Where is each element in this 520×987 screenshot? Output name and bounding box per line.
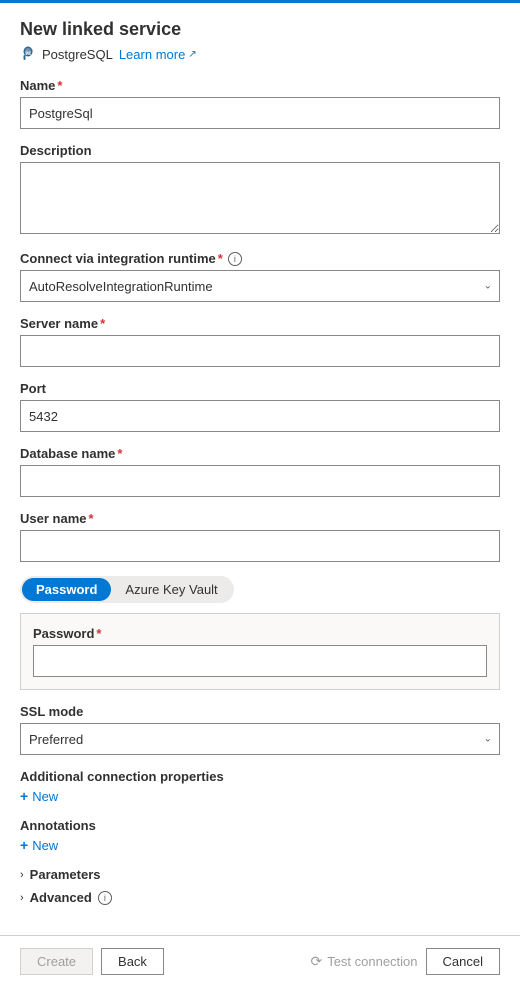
service-name-label: PostgreSQL xyxy=(42,47,113,62)
svg-text:pg: pg xyxy=(26,51,32,56)
parameters-collapsible[interactable]: › Parameters xyxy=(20,867,500,882)
auth-tab-toggle: Password Azure Key Vault xyxy=(20,576,234,603)
footer: Create Back ⟳ Test connection Cancel xyxy=(0,935,520,987)
learn-more-link[interactable]: Learn more ↗ xyxy=(119,47,197,62)
ssl-mode-label: SSL mode xyxy=(20,704,500,719)
ssl-mode-group: SSL mode Preferred Require Verify-CA Ver… xyxy=(20,704,500,755)
name-group: Name* xyxy=(20,78,500,129)
page-title: New linked service xyxy=(20,19,500,40)
postgresql-icon: pg xyxy=(20,46,36,62)
port-input[interactable] xyxy=(20,400,500,432)
parameters-chevron-icon: › xyxy=(20,869,24,881)
server-name-label: Server name* xyxy=(20,316,500,331)
description-group: Description xyxy=(20,143,500,237)
test-connection-icon: ⟳ xyxy=(310,953,322,970)
footer-left-actions: Create Back xyxy=(20,948,164,975)
ssl-mode-select[interactable]: Preferred Require Verify-CA Verify-Full … xyxy=(20,723,500,755)
auth-tabs-group: Password Azure Key Vault Password* xyxy=(20,576,500,690)
connect-runtime-info-icon[interactable]: i xyxy=(228,252,242,266)
additional-connection-label: Additional connection properties xyxy=(20,769,500,784)
database-name-input[interactable] xyxy=(20,465,500,497)
advanced-label: Advanced xyxy=(30,890,92,905)
ssl-mode-select-wrapper: Preferred Require Verify-CA Verify-Full … xyxy=(20,723,500,755)
azure-key-vault-tab-button[interactable]: Azure Key Vault xyxy=(111,578,231,601)
parameters-label: Parameters xyxy=(30,867,101,882)
additional-connection-group: Additional connection properties + New xyxy=(20,769,500,804)
parameters-group: › Parameters xyxy=(20,867,500,882)
database-name-group: Database name* xyxy=(20,446,500,497)
annotations-label: Annotations xyxy=(20,818,500,833)
connect-runtime-select-wrapper: AutoResolveIntegrationRuntime ⌄ xyxy=(20,270,500,302)
advanced-info-icon[interactable]: i xyxy=(98,891,112,905)
create-button[interactable]: Create xyxy=(20,948,93,975)
footer-right-actions: ⟳ Test connection Cancel xyxy=(310,948,500,975)
connect-runtime-select[interactable]: AutoResolveIntegrationRuntime xyxy=(20,270,500,302)
port-label: Port xyxy=(20,381,500,396)
password-label: Password* xyxy=(33,626,487,641)
external-link-icon: ↗ xyxy=(188,49,196,60)
description-label: Description xyxy=(20,143,500,158)
connect-runtime-label: Connect via integration runtime* xyxy=(20,251,223,266)
additional-new-button[interactable]: + New xyxy=(20,788,58,804)
password-section: Password* xyxy=(20,613,500,690)
service-subtitle: pg PostgreSQL Learn more ↗ xyxy=(20,46,500,62)
port-group: Port xyxy=(20,381,500,432)
annotations-new-button[interactable]: + New xyxy=(20,837,58,853)
password-tab-button[interactable]: Password xyxy=(22,578,111,601)
advanced-collapsible[interactable]: › Advanced i xyxy=(20,890,500,905)
user-name-input[interactable] xyxy=(20,530,500,562)
server-name-group: Server name* xyxy=(20,316,500,367)
panel-content: New linked service pg PostgreSQL Learn m… xyxy=(0,3,520,935)
user-name-label: User name* xyxy=(20,511,500,526)
annotations-plus-icon: + xyxy=(20,837,28,853)
connect-runtime-label-row: Connect via integration runtime* i xyxy=(20,251,500,266)
annotations-group: Annotations + New xyxy=(20,818,500,853)
back-button[interactable]: Back xyxy=(101,948,164,975)
password-input[interactable] xyxy=(33,645,487,677)
connect-runtime-group: Connect via integration runtime* i AutoR… xyxy=(20,251,500,302)
advanced-group: › Advanced i xyxy=(20,890,500,905)
user-name-group: User name* xyxy=(20,511,500,562)
server-name-input[interactable] xyxy=(20,335,500,367)
database-name-label: Database name* xyxy=(20,446,500,461)
cancel-button[interactable]: Cancel xyxy=(426,948,500,975)
additional-plus-icon: + xyxy=(20,788,28,804)
advanced-chevron-icon: › xyxy=(20,892,24,904)
name-input[interactable] xyxy=(20,97,500,129)
description-textarea[interactable] xyxy=(20,162,500,234)
name-label: Name* xyxy=(20,78,500,93)
test-connection-button[interactable]: ⟳ Test connection xyxy=(310,953,417,970)
